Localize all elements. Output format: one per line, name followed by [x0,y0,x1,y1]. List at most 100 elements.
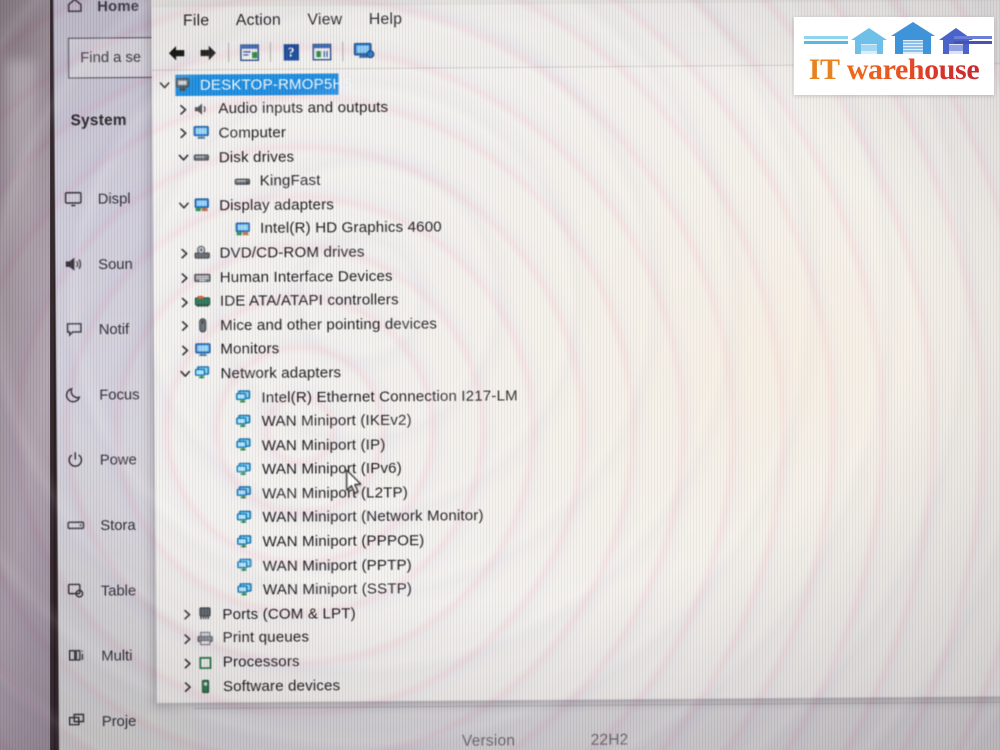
port-icon [196,605,216,625]
logo-graphic [794,17,994,57]
forward-button[interactable] [192,38,223,67]
sidebar-item-projecting[interactable]: Proje [67,704,194,740]
chevron-right-icon[interactable] [176,266,194,290]
sidebar-label: Stora [100,517,136,535]
tree-node-label: WAN Miniport (PPPOE) [262,532,425,551]
ide-controller-icon [193,292,213,312]
spec-divider [193,701,1000,709]
focus-assist-icon [64,384,87,407]
dvd-drive-icon [193,244,213,264]
chevron-down-icon[interactable] [156,74,174,98]
storage-icon [65,515,88,538]
tree-node-label: WAN Miniport (IPv6) [261,460,402,479]
network-adapter-icon [236,533,256,553]
tree-node-label: Processors [222,654,300,672]
network-adapter-icon [236,509,256,529]
chevron-right-icon[interactable] [179,651,197,675]
sidebar-label: Soun [98,256,133,274]
device-tree[interactable]: DESKTOP-RMOP5H5 Audio inputs and outputs… [151,63,1000,702]
chevron-down-icon[interactable] [175,146,193,170]
processor-icon [196,653,216,673]
display-adapter-icon [234,220,254,240]
network-adapter-icon [235,412,255,432]
logo-text-it: IT [808,53,840,86]
laptop-bezel [0,0,56,750]
network-adapter-icon [236,581,256,601]
bezel-glare [6,60,36,320]
chevron-down-icon[interactable] [175,194,193,218]
network-adapter-icon [236,557,256,577]
chevron-right-icon[interactable] [176,290,194,314]
tree-node-label: Ports (COM & LPT) [222,605,356,623]
tree-node-label: WAN Miniport (IP) [261,436,386,455]
properties-button[interactable] [234,38,265,67]
svg-text:?: ? [288,44,295,59]
tree-node-label: Display adapters [219,196,335,214]
network-adapter-icon [194,364,214,384]
scan-hardware-changes-button[interactable] [348,37,379,66]
update-driver-button[interactable] [307,37,338,66]
sidebar-item-home[interactable]: Home [65,0,139,20]
sidebar-label: Multi [101,648,133,665]
back-button[interactable] [162,38,193,67]
network-adapter-icon [235,388,255,408]
sidebar-label: Table [100,582,137,600]
chevron-down-icon[interactable] [177,363,195,387]
tree-node-label: DESKTOP-RMOP5H5 [199,76,353,94]
watermark-logo: IT warehouse [794,17,994,95]
home-icon [65,0,88,18]
spec-label-version: Version [461,731,516,750]
notifications-icon [64,319,87,342]
display-adapter-icon [193,196,213,216]
network-adapter-icon [235,436,255,456]
tree-node-label: Human Interface Devices [219,268,393,287]
sidebar-section-heading: System [70,111,127,130]
menu-view[interactable]: View [294,8,356,32]
warehouse-icon-2 [891,22,935,54]
chevron-right-icon[interactable] [176,242,194,266]
menu-action[interactable]: Action [222,9,294,33]
tree-node-label: WAN Miniport (Network Monitor) [262,508,484,527]
tree-node-label: Network adapters [220,365,342,383]
tree-node-label: WAN Miniport (SSTP) [262,581,413,599]
warehouse-icon-1 [851,28,887,54]
disk-icon [233,172,253,192]
printer-icon [196,629,216,649]
tree-node-label: Intel(R) HD Graphics 4600 [260,219,442,238]
chevron-right-icon[interactable] [179,675,197,699]
menu-help[interactable]: Help [355,8,415,32]
tree-node-label: IDE ATA/ATAPI controllers [219,292,399,311]
spec-row-version: Version 22H2 [462,731,629,750]
tree-node-label: Software devices [222,677,341,696]
multitasking-icon [67,646,90,669]
spec-value-version: 22H2 [590,731,629,749]
tree-node-label: WAN Miniport (IKEv2) [261,412,412,431]
monitor-icon [194,340,214,360]
sidebar-label: Displ [97,191,131,208]
mouse-icon [193,316,213,336]
chevron-right-icon[interactable] [174,98,192,122]
chevron-right-icon[interactable] [176,339,194,363]
tree-node-label: WAN Miniport (PPTP) [262,556,412,575]
menu-file[interactable]: File [170,10,223,34]
sidebar-label: Focus [99,387,140,404]
tree-node-label: DVD/CD-ROM drives [219,244,365,262]
laptop-screen-photo: Home Find a se System Displ Soun Notif F… [0,0,1000,750]
chevron-right-icon[interactable] [176,314,194,338]
power-icon [65,450,88,473]
sidebar-label: Proje [101,713,137,731]
help-button[interactable]: ? [276,37,307,66]
chevron-right-icon[interactable] [178,603,196,627]
chevron-right-icon[interactable] [179,627,197,651]
logo-text-warehouse: warehouse [846,53,980,86]
tree-node-label: Intel(R) Ethernet Connection I217-LM [261,387,518,407]
logo-wordmark: IT warehouse [794,53,994,87]
chevron-right-icon[interactable] [175,122,193,146]
